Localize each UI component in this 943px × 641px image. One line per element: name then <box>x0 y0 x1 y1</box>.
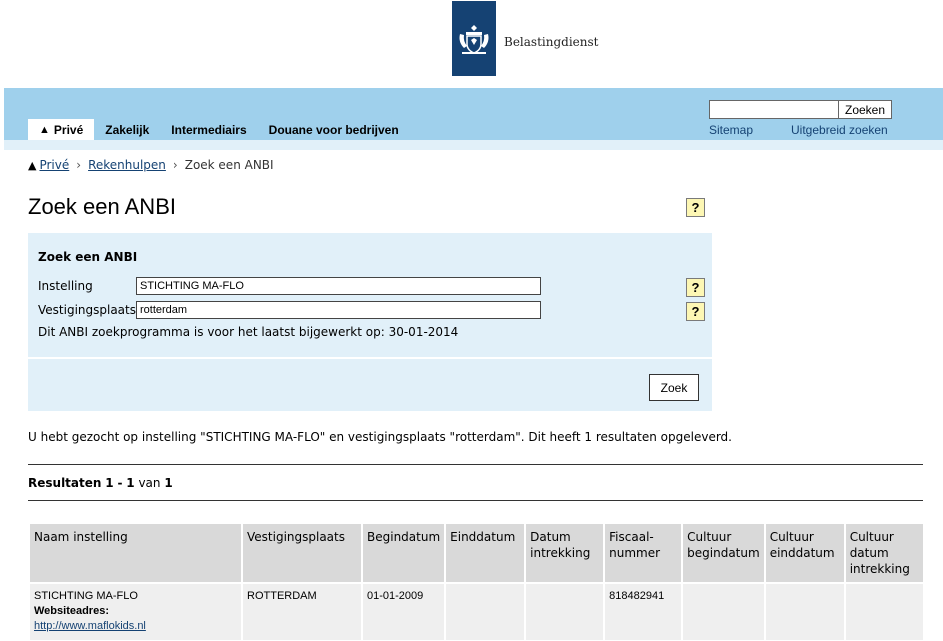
column-header-einddatum: Einddatum <box>446 524 525 582</box>
home-icon: ▲ <box>39 123 50 136</box>
vestigingsplaats-label: Vestigingsplaats <box>38 303 136 317</box>
column-header-begindatum: Begindatum <box>363 524 445 582</box>
tab-douane[interactable]: Douane voor bedrijven <box>258 119 410 140</box>
coat-of-arms-icon <box>459 24 489 54</box>
cell-cultuur-datum-intrekking <box>845 584 923 640</box>
site-search-button[interactable]: Zoeken <box>838 100 892 119</box>
column-header-naam: Naam instelling <box>30 524 241 582</box>
breadcrumb-rekenhulpen[interactable]: Rekenhulpen <box>88 158 166 172</box>
main-nav: ▲ Privé Zakelijk Intermediairs Douane vo… <box>28 119 410 140</box>
result-count-to: 1 <box>126 476 135 490</box>
cell-einddatum <box>446 584 525 640</box>
breadcrumb: ▲ Privé › Rekenhulpen › Zoek een ANBI <box>28 158 274 172</box>
breadcrumb-separator: › <box>76 158 82 172</box>
tab-prive[interactable]: ▲ Privé <box>28 119 95 140</box>
cell-cultuur-begindatum <box>683 584 764 640</box>
form-heading: Zoek een ANBI <box>38 250 138 264</box>
results-table: Naam instelling Vestigingsplaats Beginda… <box>28 522 925 641</box>
website-label: Websiteadres: <box>34 605 109 617</box>
result-count-prefix: Resultaten <box>28 476 102 490</box>
result-count: Resultaten 1 - 1 van 1 <box>28 476 173 490</box>
column-header-cultuur-einddatum: Cultuur einddatum <box>765 524 844 582</box>
tab-label: Privé <box>53 122 84 137</box>
update-note: Dit ANBI zoekprogramma is voor het laats… <box>38 325 459 339</box>
cell-fiscaalnummer: 818482941 <box>605 584 682 640</box>
divider <box>28 464 923 465</box>
result-summary: U hebt gezocht op instelling "STICHTING … <box>28 430 732 444</box>
instelling-input[interactable]: STICHTING MA-FLO <box>136 277 541 295</box>
brand-name: Belastingdienst <box>504 35 599 49</box>
cell-vestigingsplaats: ROTTERDAM <box>243 584 361 640</box>
instelling-help-button[interactable]: ? <box>686 278 705 297</box>
tab-intermediairs[interactable]: Intermediairs <box>160 119 257 140</box>
cell-begindatum: 01-01-2009 <box>363 584 445 640</box>
page-help-button[interactable]: ? <box>686 198 705 217</box>
site-search-input[interactable] <box>709 100 839 119</box>
column-header-fiscaalnummer: Fiscaal-nummer <box>605 524 682 582</box>
result-count-dash: - <box>117 476 123 490</box>
cell-datum-intrekking <box>526 584 604 640</box>
table-header-row: Naam instelling Vestigingsplaats Beginda… <box>30 524 923 582</box>
cell-cultuur-einddatum <box>765 584 844 640</box>
divider <box>28 500 923 501</box>
page-title: Zoek een ANBI <box>28 194 176 219</box>
belastingdienst-logo[interactable] <box>452 1 496 76</box>
home-icon: ▲ <box>28 158 37 172</box>
result-count-from: 1 <box>105 476 114 490</box>
result-count-of: van <box>138 476 161 490</box>
tab-label: Douane voor bedrijven <box>268 122 399 137</box>
table-row: STICHTING MA-FLO Websiteadres: http://ww… <box>30 584 923 640</box>
tab-label: Intermediairs <box>171 122 247 137</box>
advanced-search-link[interactable]: Uitgebreid zoeken <box>791 123 888 137</box>
cell-naam-value: STICHTING MA-FLO <box>34 590 138 602</box>
column-header-cultuur-datum-intrekking: Cultuur datum intrekking <box>845 524 923 582</box>
result-count-total: 1 <box>164 476 173 490</box>
website-link[interactable]: http://www.maflokids.nl <box>34 620 237 632</box>
column-header-cultuur-begindatum: Cultuur begindatum <box>683 524 764 582</box>
tab-zakelijk[interactable]: Zakelijk <box>94 119 160 140</box>
cell-naam: STICHTING MA-FLO Websiteadres: http://ww… <box>30 584 241 640</box>
nav-underline-strip <box>4 140 943 150</box>
column-header-vestigingsplaats: Vestigingsplaats <box>243 524 361 582</box>
breadcrumb-current: Zoek een ANBI <box>184 158 274 172</box>
breadcrumb-separator: › <box>172 158 178 172</box>
vestigingsplaats-input[interactable]: rotterdam <box>136 301 541 319</box>
vestigingsplaats-help-button[interactable]: ? <box>686 302 705 321</box>
sitemap-link[interactable]: Sitemap <box>709 123 753 137</box>
zoek-button[interactable]: Zoek <box>649 374 699 401</box>
instelling-label: Instelling <box>38 279 93 293</box>
search-form-footer <box>28 359 712 411</box>
breadcrumb-prive[interactable]: Privé <box>39 158 69 172</box>
column-header-datum-intrekking: Datum intrekking <box>526 524 604 582</box>
tab-label: Zakelijk <box>105 122 150 137</box>
